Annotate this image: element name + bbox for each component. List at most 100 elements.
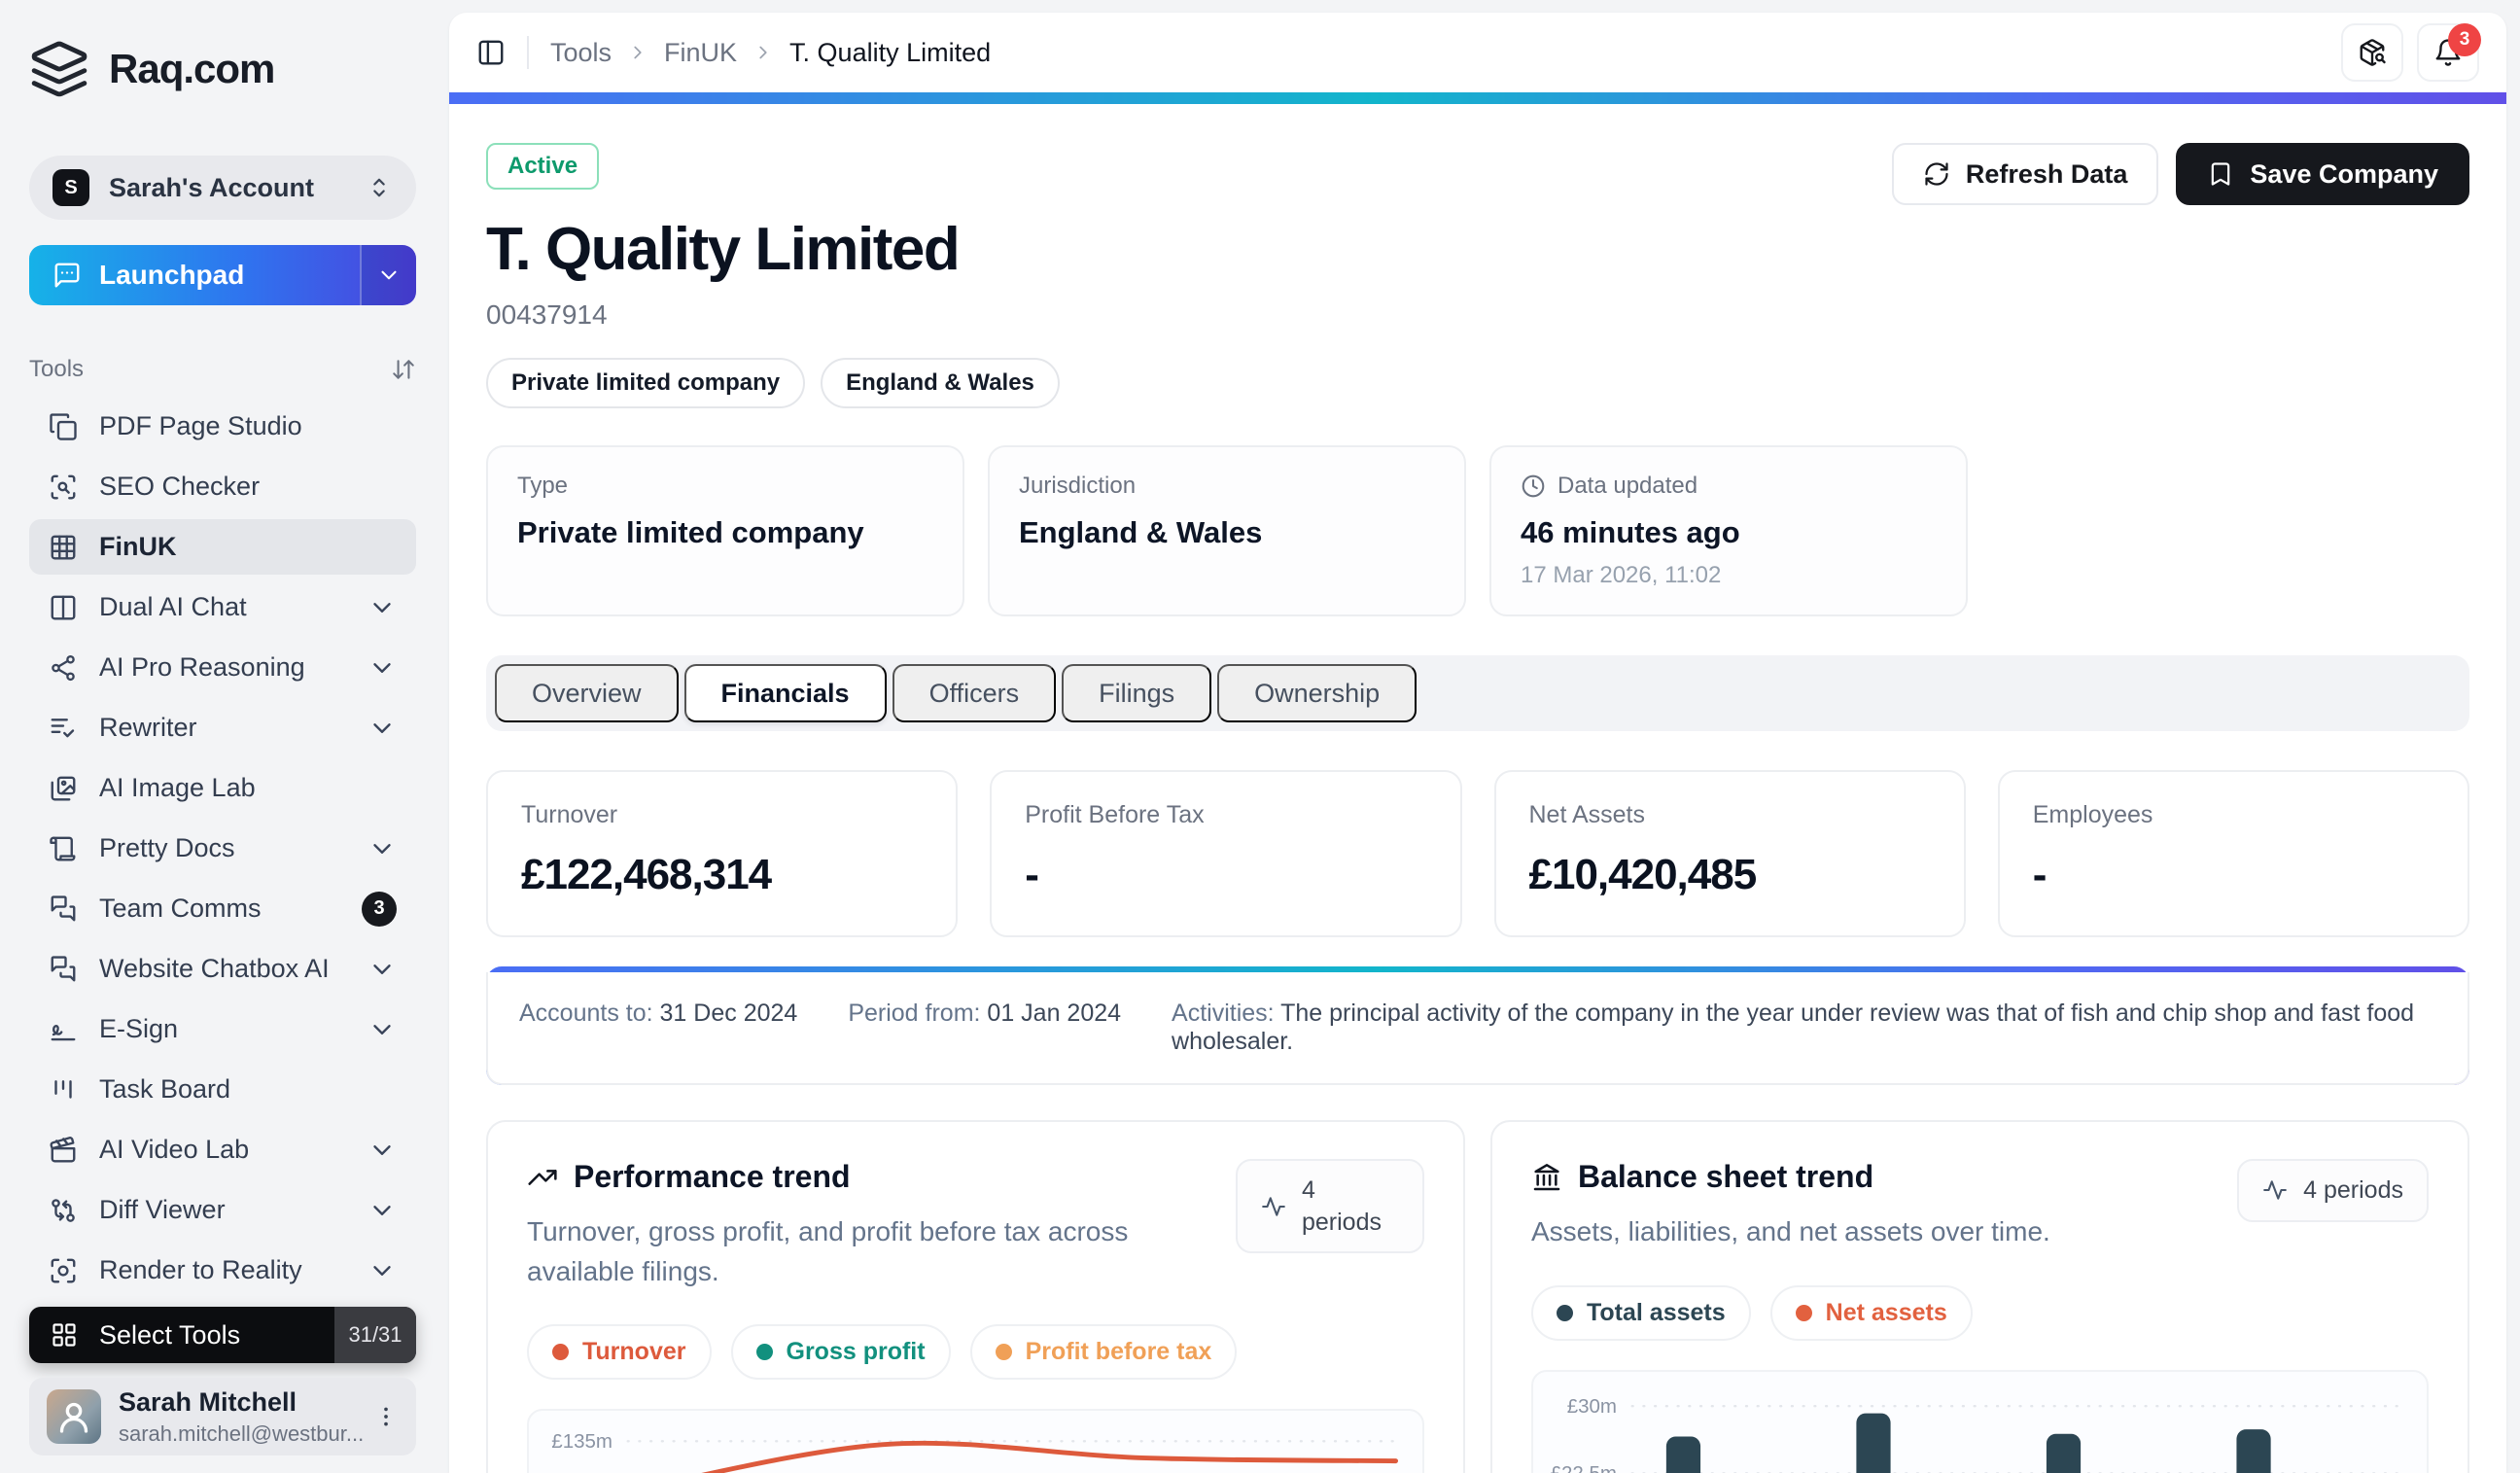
user-name: Sarah Mitchell (119, 1387, 356, 1418)
images-icon (49, 774, 78, 803)
launchpad-button[interactable]: Launchpad (29, 245, 416, 305)
tab-ownership[interactable]: Ownership (1217, 664, 1417, 722)
accent-gradient-strip (449, 92, 2506, 104)
topbar: Tools FinUK T. Quality Limited 3 (449, 13, 2506, 92)
performance-trend-svg: £135m£90m£45m (529, 1411, 1422, 1473)
sidebar-item-diff-viewer[interactable]: Diff Viewer (29, 1182, 416, 1238)
sidebar-item-label: E-Sign (99, 1014, 346, 1044)
chevron-down-icon (368, 955, 397, 984)
sidebar-item-task-board[interactable]: Task Board (29, 1062, 416, 1117)
metric-label: Turnover (521, 801, 923, 829)
svg-text:£22.5m: £22.5m (1551, 1462, 1617, 1473)
grid4-icon (51, 1321, 78, 1349)
launchpad-main[interactable]: Launchpad (29, 245, 360, 305)
data-grid-icon (49, 533, 78, 562)
sidebar-item-ai-image-lab[interactable]: AI Image Lab (29, 760, 416, 816)
metric-cards: Turnover£122,468,314Profit Before Tax-Ne… (486, 770, 2469, 937)
sidebar-item-finuk[interactable]: FinUK (29, 519, 416, 575)
package-search-button[interactable] (2341, 23, 2403, 82)
sidebar-item-pdf-page-studio[interactable]: PDF Page Studio (29, 399, 416, 454)
chevron-down-icon (368, 653, 397, 683)
chevron-down-icon (368, 1136, 397, 1165)
sidebar: Raq.com S Sarah's Account Launchpad Tool… (0, 0, 445, 1473)
metric-card: Net Assets£10,420,485 (1494, 770, 1966, 937)
legend-item-total-assets[interactable]: Total assets (1531, 1285, 1751, 1341)
account-switcher[interactable]: S Sarah's Account (29, 156, 416, 220)
legend-item-net-assets[interactable]: Net assets (1770, 1285, 1973, 1341)
bookmark-icon (2207, 160, 2234, 188)
metric-value: £122,468,314 (521, 851, 923, 899)
svg-text:£30m: £30m (1567, 1395, 1617, 1418)
sidebar-item-label: AI Image Lab (99, 773, 397, 803)
company-chip: Private limited company (486, 358, 805, 408)
filing-summary-strip: Accounts to: 31 Dec 2024Period from: 01 … (486, 966, 2469, 1085)
periods-badge-text: 4 periods (1302, 1175, 1399, 1238)
refresh-icon (1923, 160, 1950, 188)
tab-officers[interactable]: Officers (892, 664, 1057, 722)
legend-label: Turnover (582, 1338, 686, 1366)
sidebar-item-render-to-reality[interactable]: Render to Reality (29, 1243, 416, 1298)
chart-title: Performance trend (574, 1159, 851, 1195)
company-number: 00437914 (486, 299, 1060, 331)
chart-subtitle: Assets, liabilities, and net assets over… (1531, 1212, 2050, 1252)
sidebar-item-ai-pro-reasoning[interactable]: AI Pro Reasoning (29, 640, 416, 695)
content: Active T. Quality Limited 00437914 Priva… (449, 104, 2506, 1473)
main-area: Tools FinUK T. Quality Limited 3 Active T.… (445, 0, 2520, 1473)
legend-item-gross-profit[interactable]: Gross profit (731, 1324, 951, 1380)
tab-filings[interactable]: Filings (1062, 664, 1211, 722)
sidebar-item-website-chatbox-ai[interactable]: Website Chatbox AI (29, 941, 416, 997)
tools-section-label: Tools (29, 356, 84, 383)
company-header-left: Active T. Quality Limited 00437914 Priva… (486, 143, 1060, 408)
sidebar-item-rewriter[interactable]: Rewriter (29, 700, 416, 755)
kebab-menu-icon[interactable] (373, 1404, 399, 1429)
company-header: Active T. Quality Limited 00437914 Priva… (486, 143, 2469, 408)
breadcrumb-item[interactable]: FinUK (664, 38, 737, 68)
sidebar-item-team-comms[interactable]: Team Comms3 (29, 881, 416, 936)
notifications-button[interactable]: 3 (2417, 23, 2479, 82)
chevron-down-icon (368, 1256, 397, 1285)
sidebar-item-e-sign[interactable]: E-Sign (29, 1001, 416, 1057)
chat-bubbles-icon (49, 955, 78, 984)
metric-value: - (1025, 851, 1426, 899)
sidebar-item-dual-ai-chat[interactable]: Dual AI Chat (29, 579, 416, 635)
tab-financials[interactable]: Financials (684, 664, 887, 722)
user-card[interactable]: Sarah Mitchell sarah.mitchell@westbur... (29, 1378, 416, 1455)
info-card-label-text: Jurisdiction (1019, 473, 1136, 500)
sidebar-item-ai-video-lab[interactable]: AI Video Lab (29, 1122, 416, 1177)
legend-item-profit-before-tax[interactable]: Profit before tax (970, 1324, 1238, 1380)
sidebar-item-seo-checker[interactable]: SEO Checker (29, 459, 416, 514)
tab-overview[interactable]: Overview (495, 664, 679, 722)
filing-summary-item: Activities: The principal activity of th… (1172, 1000, 2436, 1056)
chevron-down-icon (368, 834, 397, 863)
breadcrumb-item[interactable]: Tools (550, 38, 612, 68)
select-tools-count: 31/31 (334, 1307, 416, 1363)
chart-legend: Total assets Net assets (1531, 1285, 2429, 1341)
breadcrumb-item: T. Quality Limited (789, 38, 991, 68)
info-card: JurisdictionEngland & Wales (988, 445, 1466, 616)
company-chips: Private limited companyEngland & Wales (486, 358, 1060, 408)
tools-nav: PDF Page Studio SEO Checker FinUKDual AI C… (29, 399, 416, 1358)
chevron-down-icon (368, 714, 397, 743)
topbar-divider (527, 36, 529, 69)
kanban-icon (49, 1075, 78, 1105)
save-company-button[interactable]: Save Company (2176, 143, 2469, 205)
brand: Raq.com (29, 39, 416, 99)
filing-summary-label: Activities: (1172, 1000, 1280, 1027)
chevron-down-icon (376, 263, 402, 288)
message-dots-icon (52, 261, 82, 290)
info-card: TypePrivate limited company (486, 445, 964, 616)
legend-label: Gross profit (787, 1338, 926, 1366)
sidebar-item-label: AI Video Lab (99, 1135, 346, 1165)
sidebar-item-pretty-docs[interactable]: Pretty Docs (29, 821, 416, 876)
sort-icon[interactable] (391, 357, 416, 382)
panel-left-toggle-icon[interactable] (476, 38, 506, 67)
periods-badge: 4 periods (2237, 1159, 2429, 1222)
sidebar-item-label: PDF Page Studio (99, 411, 397, 441)
sidebar-item-label: SEO Checker (99, 472, 397, 502)
launchpad-dropdown-toggle[interactable] (360, 245, 416, 305)
split-columns-icon (49, 593, 78, 622)
select-tools-button[interactable]: Select Tools 31/31 (29, 1307, 416, 1363)
clapperboard-icon (49, 1136, 78, 1165)
legend-item-turnover[interactable]: Turnover (527, 1324, 712, 1380)
refresh-data-button[interactable]: Refresh Data (1892, 143, 2159, 205)
